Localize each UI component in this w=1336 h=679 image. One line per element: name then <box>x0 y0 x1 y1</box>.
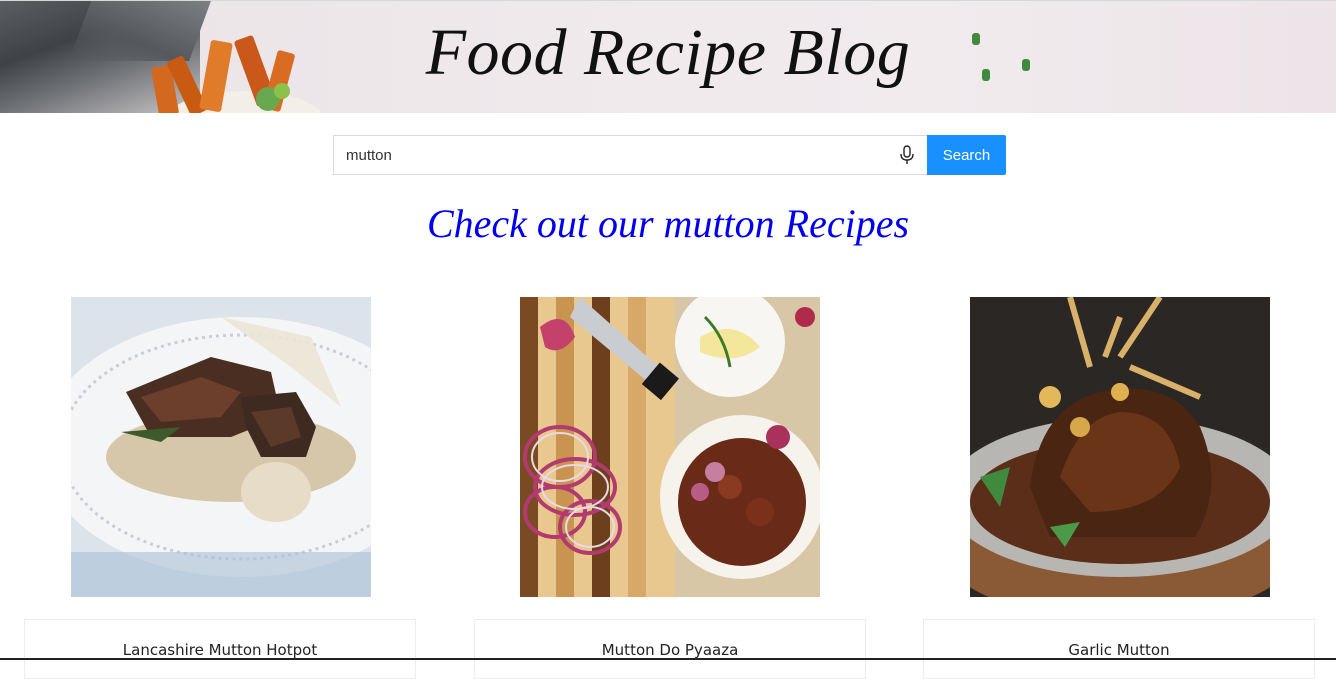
search-input[interactable] <box>333 135 927 175</box>
recipe-card[interactable]: Mutton Do Pyaaza <box>474 619 866 679</box>
recipe-card[interactable]: Lancashire Mutton Hotpot <box>24 619 416 679</box>
section-heading: Check out our mutton Recipes <box>426 201 910 246</box>
recipe-title[interactable]: Lancashire Mutton Hotpot <box>25 641 415 659</box>
search-bar: Search <box>333 135 1006 175</box>
site-title: Food Recipe Blog <box>425 16 911 89</box>
header-banner: Food Recipe Blog <box>0 0 1336 113</box>
recipe-card[interactable]: Garlic Mutton <box>923 619 1315 679</box>
recipe-image[interactable] <box>520 297 820 597</box>
microphone-icon[interactable] <box>899 145 915 165</box>
recipe-image[interactable] <box>970 297 1270 597</box>
recipe-title[interactable]: Mutton Do Pyaaza <box>475 641 865 659</box>
recipe-title[interactable]: Garlic Mutton <box>924 641 1314 659</box>
search-button[interactable]: Search <box>927 135 1006 175</box>
recipe-image[interactable] <box>71 297 371 597</box>
